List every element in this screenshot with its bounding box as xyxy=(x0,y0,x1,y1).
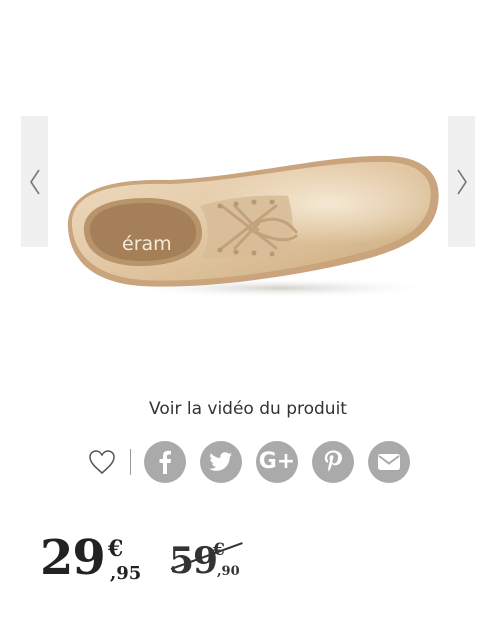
product-video-link[interactable]: Voir la vidéo du produit xyxy=(0,399,496,419)
product-image: éram xyxy=(67,155,440,298)
pinterest-icon xyxy=(324,450,342,472)
twitter-icon xyxy=(209,452,232,471)
current-price-currency: € xyxy=(108,536,124,562)
heart-icon xyxy=(89,450,115,474)
facebook-icon xyxy=(159,450,171,474)
share-email-button[interactable] xyxy=(368,441,410,483)
share-facebook-button[interactable] xyxy=(144,441,186,483)
gallery-next-button[interactable] xyxy=(448,116,475,247)
old-price-cents: ,90 xyxy=(217,564,240,579)
share-pinterest-button[interactable] xyxy=(312,441,354,483)
brand-logo: éram xyxy=(122,233,172,255)
share-divider xyxy=(130,449,131,475)
email-icon xyxy=(378,454,400,470)
wishlist-button[interactable] xyxy=(86,446,118,478)
current-price-cents: ,95 xyxy=(110,563,142,584)
share-twitter-button[interactable] xyxy=(200,441,242,483)
current-price-integer: 29 xyxy=(40,530,106,586)
chevron-right-icon xyxy=(456,169,467,194)
product-image-gallery: éram xyxy=(0,0,496,380)
share-googleplus-button[interactable]: G+ xyxy=(256,441,298,483)
google-plus-icon: G+ xyxy=(258,449,296,474)
gallery-prev-button[interactable] xyxy=(21,116,48,247)
chevron-left-icon xyxy=(29,169,40,194)
share-bar: G+ xyxy=(86,440,424,484)
